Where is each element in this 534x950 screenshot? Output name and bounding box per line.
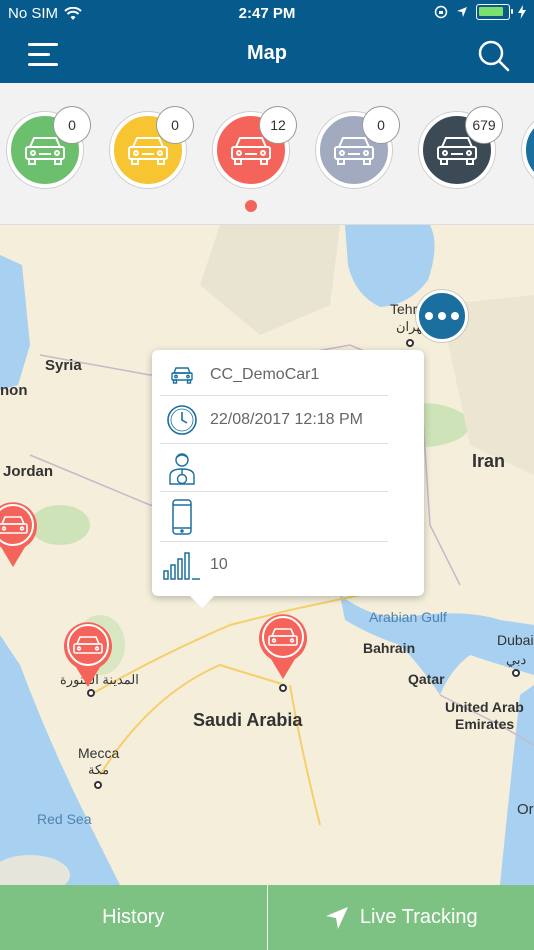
page-title: Map [247, 42, 287, 64]
popup-row-driver [160, 444, 388, 492]
filter-gray[interactable]: 0 [316, 106, 400, 188]
city-marker [512, 669, 520, 677]
signal-strength-icon [163, 552, 200, 580]
filter-count-badge: 0 [156, 106, 194, 144]
map-label-oman-partial: Or [517, 801, 534, 818]
map-label-tehran: Tehr [390, 301, 418, 317]
map-label-saudi-arabia: Saudi Arabia [193, 710, 303, 730]
vehicle-pin-selected[interactable] [254, 609, 312, 681]
map-label-lebanon: non [0, 382, 28, 399]
popup-car-name: CC_DemoCar1 [210, 365, 320, 383]
map-label-bahrain: Bahrain [363, 640, 416, 656]
city-marker [87, 689, 95, 697]
filter-blue[interactable] [522, 112, 534, 188]
map-label-jordan: Jordan [3, 463, 54, 480]
map-label-dubai: Dubai [497, 632, 534, 648]
map-label-uae-1: United Arab [445, 699, 524, 715]
popup-signal: 10 [210, 556, 228, 573]
map-label-mecca-ar: مكة [88, 762, 110, 777]
bottom-action-bar: History Live Tracking [0, 885, 534, 950]
filter-count-badge: 679 [465, 106, 503, 144]
battery-icon [476, 4, 513, 20]
popup-row-signal: 10 [160, 542, 388, 588]
active-filter-indicator [245, 200, 257, 212]
app-header: Map [0, 28, 534, 83]
history-button-label: History [102, 906, 165, 928]
top-bar: No SIM 2:47 PM Map [0, 0, 534, 83]
divider [266, 885, 268, 950]
map-label-syria: Syria [45, 357, 82, 374]
filter-yellow[interactable]: 0 [110, 106, 194, 188]
car-outline-icon [171, 366, 193, 384]
dot-icon [438, 312, 446, 320]
filter-green[interactable]: 0 [7, 106, 91, 188]
map-label-iran: Iran [472, 451, 506, 471]
map-label-dubai-ar: دبي [506, 652, 527, 667]
charging-bolt-icon [518, 5, 526, 19]
city-marker [94, 781, 102, 789]
status-bar: No SIM 2:47 PM [0, 0, 534, 28]
popup-row-name: CC_DemoCar1 [160, 354, 388, 396]
rotation-lock-icon [434, 5, 448, 19]
vehicle-pin[interactable] [0, 497, 42, 569]
popup-row-datetime: 22/08/2017 12:18 PM [160, 396, 388, 444]
vehicle-marker-icon [259, 614, 307, 679]
map-view[interactable]: Tehr تهران Syria non Jordan Iran Arabian… [0, 225, 534, 885]
dot-icon [451, 312, 459, 320]
filter-count-badge: 12 [259, 106, 297, 144]
map-label-qatar: Qatar [408, 671, 445, 687]
live-tracking-button[interactable]: Live Tracking [268, 885, 534, 950]
more-options-button[interactable] [416, 290, 468, 342]
filter-red[interactable]: 12 [213, 106, 297, 188]
navigation-arrow-icon [325, 906, 348, 929]
clock-icon [167, 404, 197, 435]
filter-count-badge: 0 [362, 106, 400, 144]
driver-icon [169, 452, 195, 485]
filter-count-badge: 0 [53, 106, 91, 144]
city-marker [406, 339, 414, 347]
vehicle-info-popup[interactable]: CC_DemoCar1 22/08/2017 12:18 PM 10 [152, 350, 424, 608]
dot-icon [425, 312, 433, 320]
popup-row-phone [160, 492, 388, 542]
search-button[interactable] [474, 36, 514, 76]
mobile-phone-icon [172, 498, 192, 535]
location-arrow-icon [457, 7, 467, 17]
city-marker [279, 684, 287, 692]
history-button[interactable]: History [0, 885, 267, 950]
map-label-red-sea: Red Sea [37, 811, 92, 827]
map-label-mecca: Mecca [78, 745, 120, 761]
vehicle-pin[interactable] [59, 617, 117, 689]
popup-datetime: 22/08/2017 12:18 PM [210, 410, 364, 428]
vehicle-status-filter-bar: 0 0 12 0 679 [0, 83, 534, 225]
vehicle-marker-icon [0, 502, 37, 567]
filter-dark[interactable]: 679 [419, 106, 503, 188]
live-tracking-button-label: Live Tracking [359, 906, 478, 928]
vehicle-marker-icon [64, 622, 112, 687]
map-label-arabian-gulf: Arabian Gulf [369, 609, 447, 625]
search-icon [478, 40, 510, 72]
map-label-uae-2: Emirates [455, 716, 515, 732]
